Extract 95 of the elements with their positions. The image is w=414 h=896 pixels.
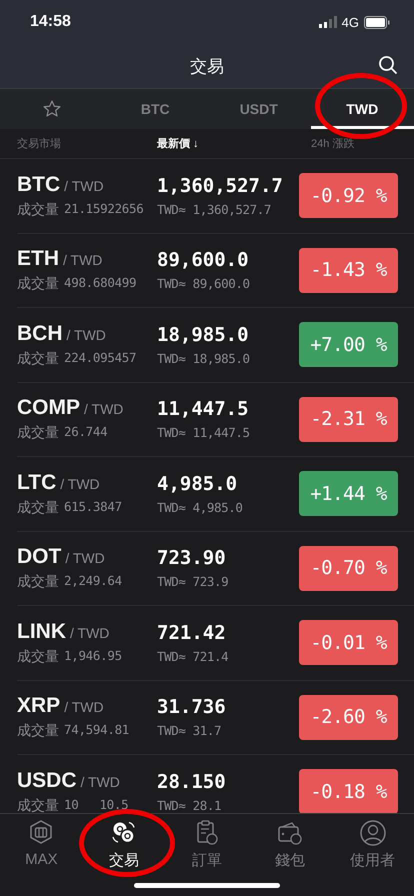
status-time: 14:58: [30, 13, 71, 31]
market-row[interactable]: BTC / TWD 成交量 21.15922656 1,360,527.7 TWD≈ 1,360,527.7 -0.92 %: [17, 159, 414, 234]
market-row[interactable]: ETH / TWD 成交量 498.680499 89,600.0 TWD≈ 89,600.0 -1.43 %: [17, 234, 414, 308]
tab-bar-item[interactable]: 訂單: [166, 819, 248, 870]
market-row[interactable]: DOT / TWD 成交量 2,249.64 723.90 TWD≈ 723.9 -0.70 %: [17, 532, 414, 606]
fiat-price: TWD≈ 721.4: [157, 648, 230, 664]
tab-bar-label: 訂單: [192, 851, 222, 870]
search-icon: [378, 55, 398, 75]
tab-bar-label: MAX: [25, 851, 58, 868]
coin-symbol: COMP: [17, 396, 80, 420]
volume-value: 224.095457: [64, 350, 136, 367]
column-header[interactable]: 最新價 ↓: [157, 136, 311, 151]
volume-label: 成交量: [17, 573, 59, 592]
market-tab[interactable]: BTC: [104, 89, 207, 129]
volume-label: 成交量: [17, 722, 59, 740]
last-price: 28.150: [157, 770, 227, 793]
market-row[interactable]: LINK / TWD 成交量 1,946.95 721.42 TWD≈ 721.4 -0.01 %: [17, 606, 414, 680]
last-price: 723.90: [157, 547, 227, 570]
change-badge: -0.01 %: [299, 620, 398, 666]
search-button[interactable]: [378, 55, 398, 75]
tab-bar-label: 交易: [109, 851, 140, 870]
volume-label: 成交量: [17, 648, 59, 666]
quote-currency: / TWD: [70, 624, 110, 641]
network-label: 4G: [342, 14, 359, 30]
coin-symbol: XRP: [17, 694, 60, 718]
last-price: 721.42: [157, 622, 227, 644]
tab-bar-item[interactable]: 使用者: [331, 819, 414, 870]
volume-value: 2,249.64: [64, 573, 122, 590]
change-badge: +1.44 %: [299, 471, 398, 516]
change-badge: -2.31 %: [299, 396, 398, 442]
quote-currency: / TWD: [64, 699, 104, 716]
signal-icon: [318, 16, 337, 28]
change-badge: -0.70 %: [299, 546, 398, 591]
market-row[interactable]: LTC / TWD 成交量 615.3847 4,985.0 TWD≈ 4,985.0 +1.44 %: [17, 457, 414, 532]
market-row[interactable]: BCH / TWD 成交量 224.095457 18,985.0 TWD≈ 18,985.0 +7.00 %: [17, 308, 414, 382]
volume-value: 21.15922656: [64, 200, 144, 218]
fiat-price: TWD≈ 1,360,527.7: [157, 202, 272, 217]
market-tab[interactable]: USDT: [207, 89, 310, 129]
quote-currency: / TWD: [80, 774, 120, 790]
last-price: 1,360,527.7: [157, 174, 284, 197]
volume-value: 10: [64, 796, 78, 813]
volume-value: 615.3847: [64, 498, 122, 516]
tab-bar-label: 使用者: [350, 851, 396, 870]
volume-label: 成交量: [17, 350, 59, 368]
fiat-price: TWD≈ 31.7: [157, 723, 222, 738]
change-badge: -0.92 %: [299, 173, 398, 218]
coin-symbol: BCH: [17, 322, 62, 346]
fiat-price: TWD≈ 723.9: [157, 574, 230, 590]
quote-currency: / TWD: [66, 326, 106, 343]
volume-label: 成交量: [17, 275, 59, 294]
market-row[interactable]: XRP / TWD 成交量 74,594.81 31.736 TWD≈ 31.7 -2.60 %: [17, 680, 414, 755]
coin-symbol: LINK: [17, 620, 66, 644]
volume-value: 10.5: [99, 796, 128, 813]
fiat-price: TWD≈ 11,447.5: [157, 425, 251, 440]
user-icon: [358, 819, 387, 847]
last-price: 89,600.0: [157, 249, 250, 272]
change-badge: +7.00 %: [299, 322, 398, 368]
screen-title: 交易: [190, 56, 224, 78]
last-price: 18,985.0: [157, 324, 250, 346]
volume-label: 成交量: [17, 424, 59, 442]
battery-icon: [364, 16, 390, 28]
tab-bar-item[interactable]: MAX: [0, 819, 83, 868]
coin-symbol: ETH: [17, 247, 59, 272]
quote-currency: / TWD: [64, 178, 104, 194]
last-price: 4,985.0: [157, 472, 238, 495]
coin-symbol: BTC: [17, 172, 60, 197]
star-icon: [42, 99, 62, 119]
last-price: 31.736: [157, 696, 227, 718]
quote-currency: / TWD: [60, 476, 100, 492]
change-badge: -2.60 %: [299, 694, 398, 740]
volume-value: 74,594.81: [64, 722, 130, 740]
volume-label: 成交量: [17, 200, 59, 219]
tab-bar-item[interactable]: 錢包: [248, 819, 332, 870]
volume-value: 26.744: [64, 424, 108, 442]
tab-bar-item[interactable]: 交易: [82, 819, 166, 870]
fiat-price: TWD≈ 18,985.0: [157, 350, 251, 366]
volume-label: 成交量: [17, 796, 59, 813]
change-badge: -1.43 %: [299, 248, 398, 293]
fiat-price: TWD≈ 4,985.0: [157, 500, 244, 515]
market-row[interactable]: COMP / TWD 成交量 26.744 11,447.5 TWD≈ 11,447.5 -2.31 %: [17, 382, 414, 457]
last-price: 11,447.5: [157, 398, 250, 420]
coin-symbol: DOT: [17, 545, 62, 570]
volume-label: 成交量: [17, 498, 59, 517]
volume-value: 1,946.95: [64, 648, 122, 665]
fiat-price: TWD≈ 28.1: [157, 798, 222, 813]
quote-currency: / TWD: [84, 401, 124, 418]
coin-symbol: LTC: [17, 470, 56, 495]
fiat-price: TWD≈ 89,600.0: [157, 276, 251, 292]
change-badge: -0.18 %: [299, 769, 398, 813]
volume-value: 498.680499: [64, 275, 136, 292]
tab-bar-label: 錢包: [274, 851, 305, 870]
coin-symbol: USDC: [17, 768, 77, 793]
quote-currency: / TWD: [65, 550, 105, 566]
quote-currency: / TWD: [63, 252, 102, 268]
market-tab[interactable]: TWD: [310, 89, 414, 129]
